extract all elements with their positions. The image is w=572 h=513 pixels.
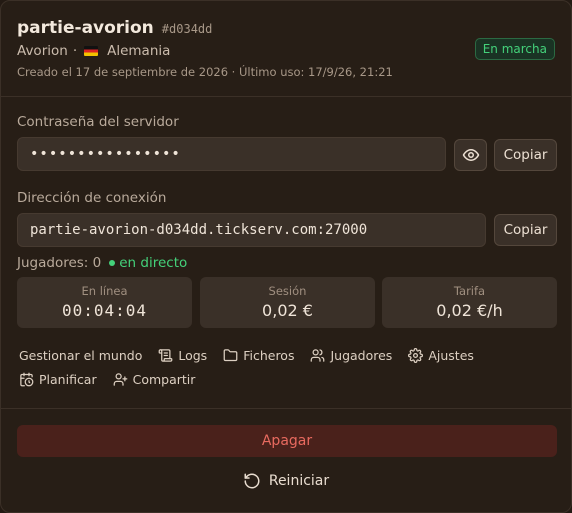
stat-label: Sesión bbox=[268, 284, 307, 298]
players-label: Jugadores bbox=[330, 348, 393, 363]
players-button[interactable]: Jugadores bbox=[310, 348, 392, 363]
copy-password-button[interactable]: Copiar bbox=[494, 139, 557, 171]
users-icon bbox=[311, 349, 325, 362]
separator: · bbox=[72, 43, 78, 59]
server-card: partie-avorion #d034dd Avorion · Alemani… bbox=[0, 0, 572, 513]
stat-session: Sesión 0,02 € bbox=[200, 277, 375, 328]
stat-label: Tarifa bbox=[453, 284, 486, 298]
stat-online: En línea 00:04:04 bbox=[17, 277, 192, 328]
settings-button[interactable]: Ajustes bbox=[408, 348, 474, 363]
password-label: Contraseña del servidor bbox=[17, 114, 179, 130]
files-button[interactable]: Ficheros bbox=[223, 348, 294, 363]
stop-button[interactable]: Apagar bbox=[17, 425, 557, 457]
stat-value: 00:04:04 bbox=[61, 301, 148, 320]
live-indicator: en directo bbox=[109, 255, 187, 271]
title-row: partie-avorion #d034dd bbox=[17, 18, 212, 38]
live-label: en directo bbox=[119, 255, 188, 271]
show-password-button[interactable] bbox=[454, 139, 487, 171]
status-badge: En marcha bbox=[474, 38, 555, 60]
address-label: Dirección de conexión bbox=[17, 190, 167, 206]
country-name: Alemania bbox=[107, 43, 171, 59]
password-field[interactable]: •••••••••••••••• bbox=[17, 137, 446, 171]
copy-address-button[interactable]: Copiar bbox=[494, 214, 557, 246]
restart-icon bbox=[244, 473, 260, 489]
server-name: partie-avorion bbox=[17, 18, 154, 38]
game-name: Avorion bbox=[17, 43, 68, 59]
live-dot-icon bbox=[109, 260, 116, 266]
restart-button[interactable]: Reiniciar bbox=[1, 469, 571, 493]
schedule-label: Planificar bbox=[39, 372, 97, 387]
server-location: Avorion · Alemania bbox=[17, 43, 170, 59]
logs-icon bbox=[158, 349, 173, 362]
logs-label: Logs bbox=[178, 348, 208, 363]
divider bbox=[1, 408, 571, 409]
stat-rate: Tarifa 0,02 €/h bbox=[382, 277, 557, 328]
user-plus-icon bbox=[113, 373, 127, 386]
manage-world-button[interactable]: Gestionar el mundo bbox=[19, 348, 142, 363]
players-row: Jugadores: 0 en directo bbox=[17, 255, 187, 271]
files-label: Ficheros bbox=[243, 348, 295, 363]
gear-icon bbox=[408, 348, 424, 363]
share-label: Compartir bbox=[132, 372, 196, 387]
calendar-icon bbox=[20, 372, 34, 387]
eye-icon bbox=[462, 149, 479, 161]
stat-value: 0,02 € bbox=[262, 301, 313, 320]
players-count: Jugadores: 0 bbox=[17, 255, 102, 271]
flag-germany-icon bbox=[84, 46, 99, 56]
address-field[interactable]: partie-avorion-d034dd.tickserv.com:27000 bbox=[17, 213, 486, 247]
server-id: #d034dd bbox=[161, 22, 213, 36]
actions-row-1: Gestionar el mundo Logs Ficheros Jugador… bbox=[19, 348, 490, 363]
manage-world-label: Gestionar el mundo bbox=[19, 348, 143, 363]
stat-value: 0,02 €/h bbox=[436, 301, 503, 320]
folder-icon bbox=[223, 349, 238, 362]
actions-row-2: Planificar Compartir bbox=[19, 372, 211, 387]
server-meta: Creado el 17 de septiembre de 2026 · Últ… bbox=[17, 65, 393, 79]
stat-label: En línea bbox=[81, 284, 128, 298]
settings-label: Ajustes bbox=[428, 348, 474, 363]
server-header: partie-avorion #d034dd Avorion · Alemani… bbox=[1, 1, 571, 97]
schedule-button[interactable]: Planificar bbox=[19, 372, 97, 387]
restart-label: Reiniciar bbox=[268, 473, 330, 489]
logs-button[interactable]: Logs bbox=[158, 348, 207, 363]
share-button[interactable]: Compartir bbox=[113, 372, 196, 387]
